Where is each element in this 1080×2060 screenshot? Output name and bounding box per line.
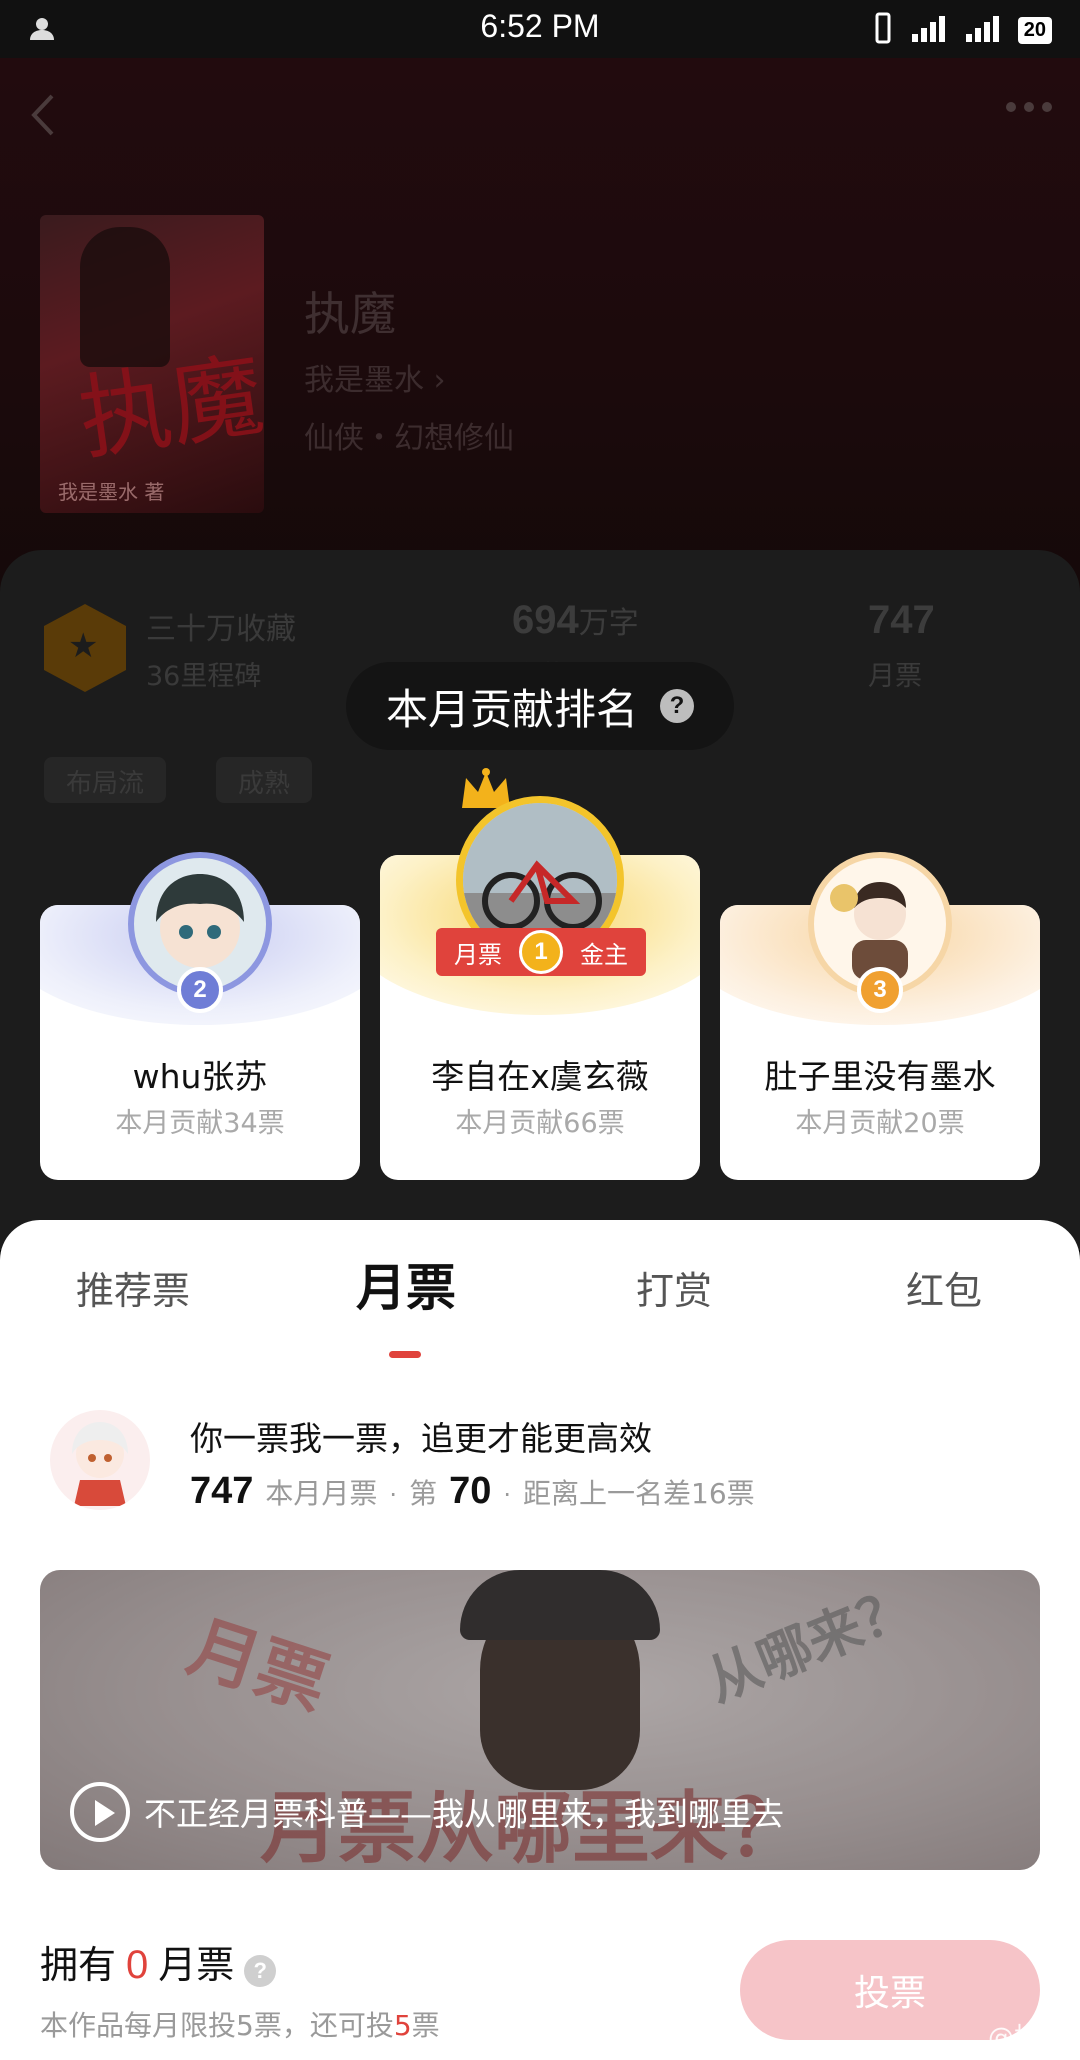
tab-red-packet[interactable]: 红包 (906, 1260, 982, 1315)
book-author[interactable]: 我是墨水 › (304, 355, 446, 399)
monthly-rank: 70 (449, 1470, 492, 1512)
help-icon[interactable]: ? (244, 1955, 277, 1987)
owned-vote-count: 0 (126, 1943, 149, 1987)
tag-chip[interactable]: 布局流 (44, 757, 167, 803)
active-tab-indicator (389, 1351, 421, 1358)
cover-author: 我是墨水 著 (58, 480, 165, 504)
monthly-vote-count: 747 (190, 1470, 254, 1512)
milestone-sub[interactable]: 36里程碑 (146, 654, 261, 693)
signal-4g-icon (964, 14, 1004, 46)
vibrate-icon (870, 12, 896, 48)
rank-name: whu张苏 (132, 1057, 268, 1096)
milestone-title: 三十万收藏 (146, 612, 296, 647)
top-patron-ribbon: 月票 1 金主 (436, 928, 646, 976)
rank-name: 肚子里没有墨水 (764, 1057, 996, 1096)
rank-votes: 本月贡献20票 (795, 1108, 965, 1139)
tab-tip[interactable]: 打赏 (636, 1260, 712, 1315)
vote-stats: 747 本月月票 · 第 70 · 距离上一名差16票 (190, 1470, 755, 1513)
rank-badge: 3 (857, 967, 903, 1013)
rank-badge: 1 (519, 930, 563, 974)
status-icons: 20 (870, 12, 1052, 48)
book-title: 执魔 (304, 287, 396, 341)
rank-gap: 距离上一名差16票 (523, 1477, 755, 1510)
vote-limit-note: 本作品每月限投5票，还可投5票 (40, 2009, 440, 2042)
signal-icon (910, 14, 950, 46)
monthly-vote-total: 747 (868, 598, 935, 642)
status-bar: 6:52 PM 20 (0, 0, 1080, 58)
watermark: @执魔 (987, 2023, 1066, 2053)
word-count: 694万字 (512, 598, 639, 642)
monthly-vote-label[interactable]: 月票 (868, 654, 922, 693)
rank-votes: 本月贡献34票 (115, 1108, 285, 1139)
owned-votes: 拥有 0 月票 ? (40, 1934, 277, 1989)
tab-monthly-votes[interactable]: 月票 (356, 1248, 456, 1320)
tag-chip[interactable]: 成熟 (216, 757, 313, 803)
cover-title: 执魔 (72, 341, 264, 474)
monthly-vote-count-label: 本月月票 (265, 1477, 378, 1510)
back-arrow-icon[interactable] (28, 92, 58, 142)
mascot-avatar (50, 1410, 150, 1510)
contribution-ranking-title: 本月贡献排名 ? (346, 662, 734, 750)
video-caption: 不正经月票科普——我从哪里来，我到哪里去 (144, 1795, 785, 1833)
help-icon[interactable]: ? (660, 689, 694, 723)
rank-name: 李自在x虞玄薇 (431, 1057, 649, 1096)
rank-prefix: 第 (409, 1477, 438, 1510)
rank-votes: 本月贡献66票 (455, 1108, 625, 1139)
vote-slogan: 你一票我一票，追更才能更高效 (190, 1419, 652, 1458)
more-options-icon[interactable] (1006, 102, 1052, 112)
tab-recommend-votes[interactable]: 推荐票 (76, 1260, 190, 1315)
book-cover: 执魔 我是墨水 著 (40, 215, 264, 513)
vote-tabs: 推荐票 月票 打赏 红包 (0, 1240, 1080, 1340)
separator-dot: · (503, 1481, 511, 1509)
play-icon[interactable] (70, 1782, 130, 1842)
battery-indicator: 20 (1017, 16, 1052, 44)
separator-dot: · (389, 1481, 398, 1509)
book-genre: 仙侠・幻想修仙 (304, 421, 514, 456)
monthly-vote-explainer-video[interactable]: 月票 从哪来？ 月票从哪里来？ 不正经月票科普——我从哪里来，我到哪里去 (40, 1570, 1040, 1870)
rank-badge: 2 (177, 967, 223, 1013)
